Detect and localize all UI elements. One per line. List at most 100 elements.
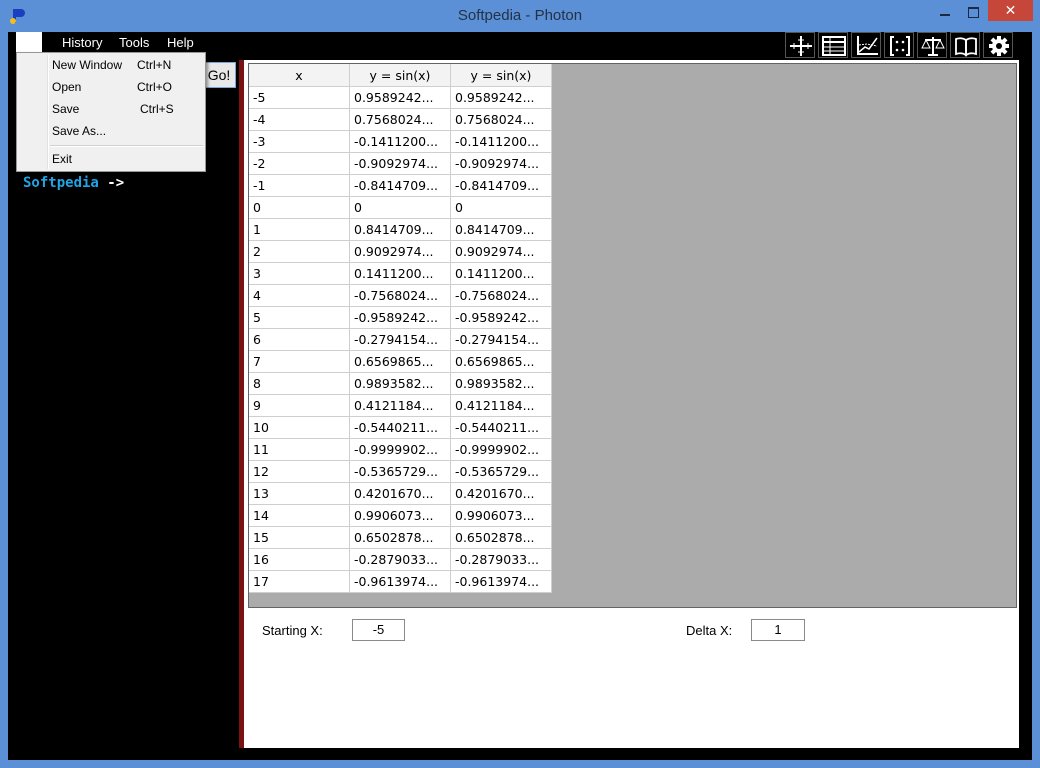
table-cell[interactable]: 0.9893582... (450, 372, 552, 395)
table-cell[interactable]: 0.4121184... (450, 394, 552, 417)
table-cell[interactable]: 0.9092974... (450, 240, 552, 263)
table-cell[interactable]: -0.7568024... (349, 284, 451, 307)
table-cell[interactable]: -0.8414709... (450, 174, 552, 197)
table-cell[interactable]: 0.8414709... (450, 218, 552, 241)
menu-item-new-window[interactable]: New Window Ctrl+N (52, 54, 200, 76)
table-cell[interactable]: 0.6502878... (349, 526, 451, 549)
table-cell[interactable]: -0.2879033... (349, 548, 451, 571)
table-cell[interactable]: 12 (249, 460, 350, 483)
table-cell[interactable]: 0.9893582... (349, 372, 451, 395)
table-cell[interactable]: 2 (249, 240, 350, 263)
table-cell[interactable]: 0.4121184... (349, 394, 451, 417)
table-cell[interactable]: 0.9092974... (349, 240, 451, 263)
table-cell[interactable]: 0.9906073... (450, 504, 552, 527)
table-cell[interactable]: -0.5365729... (450, 460, 552, 483)
table-cell[interactable]: -5 (249, 86, 350, 109)
table-cell[interactable]: -4 (249, 108, 350, 131)
table-cell[interactable]: 7 (249, 350, 350, 373)
table-cell[interactable]: 14 (249, 504, 350, 527)
table-cell[interactable]: 3 (249, 262, 350, 285)
table-row: 9 0.4121184... 0.4121184... (249, 394, 552, 417)
table-cell[interactable]: 5 (249, 306, 350, 329)
table-cell[interactable]: -0.9999902... (349, 438, 451, 461)
menu-item-open[interactable]: Open Ctrl+O (52, 76, 200, 98)
maximize-button[interactable] (960, 2, 986, 22)
table-cell[interactable]: 4 (249, 284, 350, 307)
table-cell[interactable]: 17 (249, 570, 350, 593)
table-cell[interactable]: -0.5440211... (349, 416, 451, 439)
table-cell[interactable]: 9 (249, 394, 350, 417)
table-cell[interactable]: 0.9589242... (450, 86, 552, 109)
table-cell[interactable]: 8 (249, 372, 350, 395)
table-cell[interactable]: -2 (249, 152, 350, 175)
menu-item-save-as[interactable]: Save As... (52, 120, 200, 142)
table-cell[interactable]: 0 (450, 196, 552, 219)
table-cell[interactable]: 0.9906073... (349, 504, 451, 527)
close-button[interactable]: ✕ (988, 0, 1033, 21)
docs-tool-button[interactable] (950, 32, 980, 58)
table-cell[interactable]: -0.5440211... (450, 416, 552, 439)
table-cell[interactable]: 0.6569865... (450, 350, 552, 373)
console-prompt[interactable]: Softpedia -> (23, 175, 124, 191)
table-cell[interactable]: 0 (249, 196, 350, 219)
table-cell[interactable]: 0 (349, 196, 451, 219)
table-cell[interactable]: 0.7568024... (450, 108, 552, 131)
table-tool-button[interactable] (818, 32, 848, 58)
settings-tool-button[interactable] (983, 32, 1013, 58)
table-cell[interactable]: -0.9999902... (450, 438, 552, 461)
menu-help[interactable]: Help (161, 32, 200, 54)
table-cell[interactable]: 6 (249, 328, 350, 351)
menu-item-exit[interactable]: Exit (52, 148, 200, 170)
table-cell[interactable]: 0.6502878... (450, 526, 552, 549)
menu-history[interactable]: History (56, 32, 108, 54)
graph-tool-button[interactable] (851, 32, 881, 58)
delta-x-input[interactable]: 1 (751, 619, 805, 641)
table-cell[interactable]: 0.9589242... (349, 86, 451, 109)
table-cell[interactable]: 0.1411200... (450, 262, 552, 285)
table-cell[interactable]: 16 (249, 548, 350, 571)
table-cell[interactable]: -0.9092974... (450, 152, 552, 175)
table-cell[interactable]: -0.1411200... (349, 130, 451, 153)
go-button[interactable]: Go! (202, 62, 236, 88)
menu-item-save[interactable]: Save Ctrl+S (52, 98, 200, 120)
table-cell[interactable]: -0.2794154... (450, 328, 552, 351)
table-cell[interactable]: -1 (249, 174, 350, 197)
table-cell[interactable]: -0.2794154... (349, 328, 451, 351)
table-cell[interactable]: 11 (249, 438, 350, 461)
table-cell[interactable]: -0.8414709... (349, 174, 451, 197)
table-cell[interactable]: 1 (249, 218, 350, 241)
table-cell[interactable]: -0.9613974... (450, 570, 552, 593)
data-grid[interactable]: x y = sin(x) y = sin(x) -5 0.9589242... 0.… (248, 63, 1017, 608)
table-cell[interactable]: -0.2879033... (450, 548, 552, 571)
table-cell[interactable]: -0.5365729... (349, 460, 451, 483)
table-cell[interactable]: 10 (249, 416, 350, 439)
table-cell[interactable]: -0.9613974... (349, 570, 451, 593)
table-cell[interactable]: -3 (249, 130, 350, 153)
graph-icon (857, 36, 878, 55)
table-cell[interactable]: -0.7568024... (450, 284, 552, 307)
table-cell[interactable]: 0.4201670... (450, 482, 552, 505)
column-header-x[interactable]: x (249, 64, 350, 87)
table-cell[interactable]: -0.9589242... (450, 306, 552, 329)
table-row: 6 -0.2794154... -0.2794154... (249, 328, 552, 351)
table-cell[interactable]: 0.7568024... (349, 108, 451, 131)
axes-tool-button[interactable] (785, 32, 815, 58)
prompt-arrow: -> (107, 175, 125, 191)
minimize-button[interactable] (932, 2, 958, 22)
units-tool-button[interactable] (917, 32, 947, 58)
table-cell[interactable]: -0.9589242... (349, 306, 451, 329)
table-cell[interactable]: 13 (249, 482, 350, 505)
menu-tools[interactable]: Tools (113, 32, 155, 54)
column-header-y2[interactable]: y = sin(x) (450, 64, 552, 87)
table-cell[interactable]: -0.9092974... (349, 152, 451, 175)
table-cell[interactable]: 15 (249, 526, 350, 549)
table-cell[interactable]: 0.1411200... (349, 262, 451, 285)
starting-x-input[interactable]: -5 (352, 619, 405, 641)
table-cell[interactable]: 0.8414709... (349, 218, 451, 241)
menu-file[interactable] (16, 32, 42, 54)
table-cell[interactable]: 0.6569865... (349, 350, 451, 373)
table-cell[interactable]: -0.1411200... (450, 130, 552, 153)
column-header-y1[interactable]: y = sin(x) (349, 64, 451, 87)
matrix-tool-button[interactable] (884, 32, 914, 58)
table-cell[interactable]: 0.4201670... (349, 482, 451, 505)
